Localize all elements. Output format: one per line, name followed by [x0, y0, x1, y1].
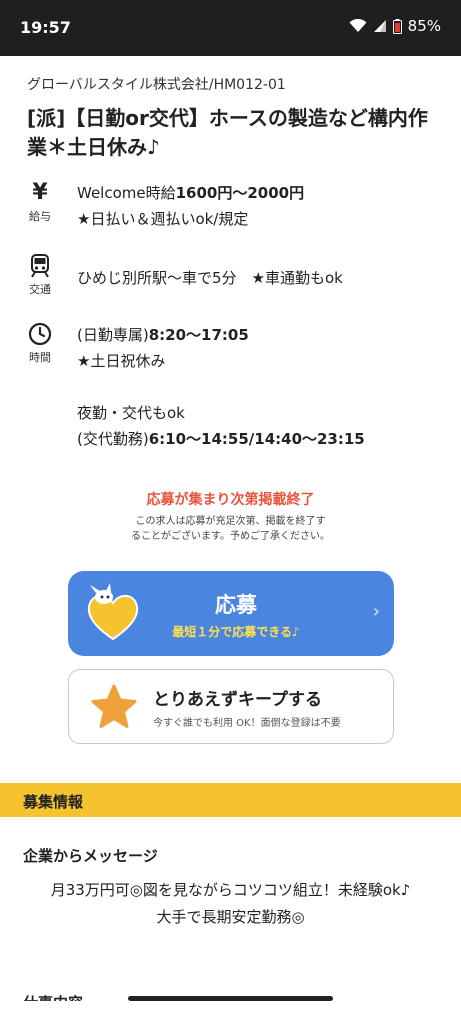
- recruit-info-label: 募集情報: [23, 793, 84, 811]
- signal-icon: [373, 20, 386, 32]
- shift-work-time: 6:10〜14:55/14:40〜23:15: [148, 430, 365, 448]
- closing-notice-line2: ることがございます。予めご了承ください。: [131, 531, 330, 542]
- day-shift-label: (日勤専属): [77, 326, 149, 344]
- company-message-line1: 月33万円可◎図を見ながらコツコツ組立！未経験ok♪: [50, 881, 411, 899]
- star-icon: [91, 684, 137, 728]
- transport-text: ひめじ別所駅〜車で5分 ★車通勤もok: [77, 269, 343, 287]
- night-shift-note: 夜勤・交代もok: [77, 404, 185, 422]
- salary-range: 1600円〜2000円: [175, 184, 305, 202]
- holidays-note: ★土日祝休み: [77, 352, 166, 370]
- salary-payment-note: ★日払い＆週払いok/規定: [77, 210, 249, 228]
- company-message-body: 月33万円可◎図を見ながらコツコツ組立！未経験ok♪ 大手で長期安定勤務◎: [0, 877, 461, 931]
- transport-caption: 交通: [29, 283, 51, 296]
- apply-sub: 最短１分で応募できる♪: [172, 625, 300, 639]
- company-message-heading: 企業からメッセージ: [23, 847, 158, 865]
- keep-label: とりあえずキープする: [153, 690, 322, 710]
- closing-notice-line1: この求人は応募が充足次第、掲載を終了す: [135, 516, 326, 527]
- chevron-right-icon: ›: [372, 601, 380, 622]
- apply-label: 応募: [215, 593, 257, 617]
- status-time: 19:57: [20, 18, 71, 37]
- keep-button[interactable]: とりあえずキープする 今すぐ誰でも利用 OK！面倒な登録は不要: [68, 669, 394, 744]
- hours-caption: 時間: [29, 351, 51, 364]
- job-title: [派]【日勤or交代】ホースの製造など構内作業＊土日休み♪: [27, 106, 428, 159]
- clock-icon: [28, 322, 52, 346]
- salary-caption: 給与: [29, 210, 51, 223]
- closing-notice: 応募が集まり次第掲載終了: [146, 492, 315, 508]
- salary-icon-group: ¥ 給与: [20, 180, 60, 224]
- company-name: グローバルスタイル株式会社/HM012-01: [27, 77, 286, 93]
- hours-text: (日勤専属)8:20〜17:05 ★土日祝休み 夜勤・交代もok (交代勤務)6…: [77, 322, 365, 452]
- closing-notice-detail: この求人は応募が充足次第、掲載を終了す ることがございます。予めご了承ください。: [0, 514, 461, 544]
- status-bar: 19:57 85%: [0, 0, 461, 56]
- day-shift-time: 8:20〜17:05: [148, 326, 249, 344]
- bottom-spacer: [0, 1001, 461, 1024]
- transport-icon-group: 交通: [20, 254, 60, 297]
- recruit-info-section-header: 募集情報: [0, 783, 461, 817]
- shift-work-label: (交代勤務): [77, 430, 149, 448]
- hours-icon-group: 時間: [20, 322, 60, 365]
- salary-line1-prefix: Welcome時給: [77, 184, 176, 202]
- train-icon: [31, 254, 49, 278]
- keep-sub: 今すぐ誰でも利用 OK！面倒な登録は不要: [153, 718, 341, 729]
- yen-icon: ¥: [32, 180, 48, 205]
- apply-button[interactable]: 応募 最短１分で応募できる♪ ›: [68, 571, 394, 656]
- battery-percent: 85%: [407, 17, 441, 35]
- salary-text: Welcome時給1600円〜2000円 ★日払い＆週払いok/規定: [77, 180, 304, 232]
- status-icons: 85%: [349, 17, 441, 35]
- company-message-line2: 大手で長期安定勤務◎: [156, 908, 305, 926]
- wifi-icon: [349, 19, 367, 32]
- battery-icon: [392, 18, 402, 34]
